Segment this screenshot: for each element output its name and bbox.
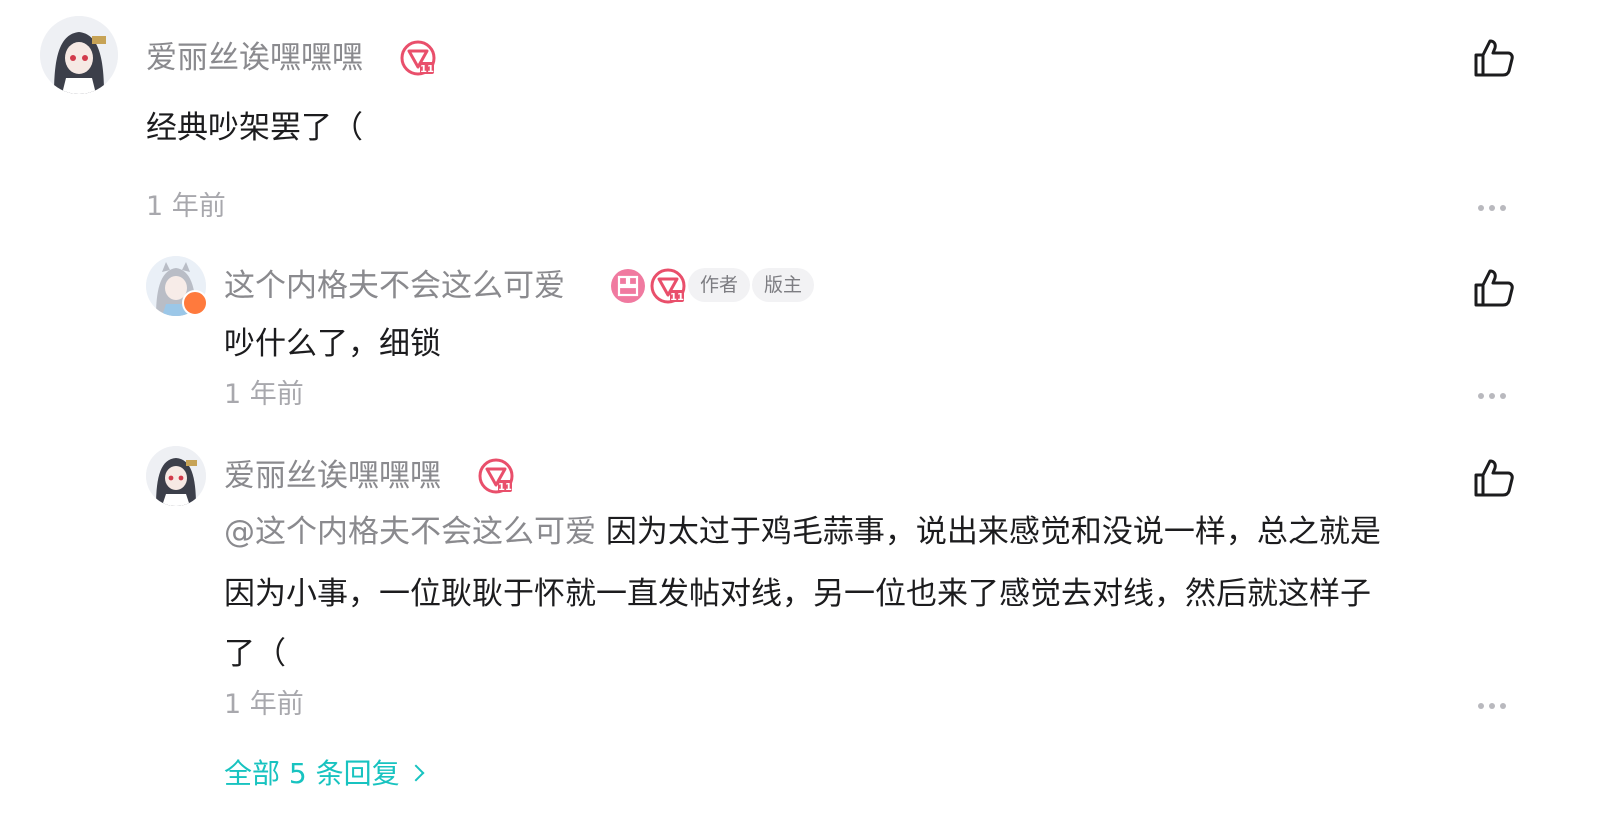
reply-2: 爱丽丝诶嘿嘿嘿 11 @这个内格夫不会这么可爱 因为太过于鸡毛蒜事，说出来感觉和…	[0, 430, 1600, 730]
comment-time: 1 年前	[224, 379, 304, 410]
avatar-image	[40, 16, 118, 94]
more-options-button[interactable]	[1478, 390, 1510, 402]
view-all-replies-label: 全部 5 条回复	[224, 757, 400, 790]
mention-link[interactable]: @这个内格夫不会这么可爱	[224, 514, 596, 550]
comment-text: 因为太过于鸡毛蒜事，说出来感觉和没说一样，总之就是	[605, 514, 1381, 550]
moderator-tag: 版主	[752, 268, 815, 302]
level-11-badge: 11	[650, 268, 686, 304]
author-tag: 作者	[688, 268, 751, 302]
comment-1: 爱丽丝诶嘿嘿嘿 11 经典吵架罢了（ 1 年前	[0, 0, 1600, 240]
avatar[interactable]	[146, 446, 206, 506]
avatar[interactable]	[40, 16, 118, 94]
svg-text:11: 11	[420, 64, 434, 75]
username[interactable]: 这个内格夫不会这么可爱	[224, 266, 565, 306]
chevron-right-icon	[407, 764, 425, 782]
view-all-replies-link[interactable]: 全部 5 条回复	[224, 756, 425, 792]
more-dots-icon	[1478, 703, 1484, 709]
comment-content-line-2: 因为小事，一位耿耿于怀就一直发帖对线，另一位也来了感觉去对线，然后就这样子	[224, 576, 1371, 612]
more-options-button[interactable]	[1478, 700, 1510, 712]
avatar-image	[146, 446, 206, 506]
username[interactable]: 爱丽丝诶嘿嘿嘿	[146, 38, 363, 78]
verified-badge-icon	[182, 290, 208, 316]
more-options-button[interactable]	[1478, 202, 1510, 214]
comment-content-line-1: @这个内格夫不会这么可爱 因为太过于鸡毛蒜事，说出来感觉和没说一样，总之就是	[224, 512, 1381, 552]
like-button[interactable]	[1472, 36, 1516, 80]
svg-text:11: 11	[670, 292, 684, 303]
svg-text:11: 11	[498, 482, 512, 493]
thumbs-up-icon	[1474, 459, 1514, 497]
medal-badge-icon	[610, 268, 646, 304]
more-dots-icon	[1478, 393, 1484, 399]
like-button[interactable]	[1472, 266, 1516, 310]
comment-content: 吵什么了，细锁	[224, 326, 441, 362]
thumbs-up-icon	[1474, 269, 1514, 307]
level-11-badge: 11	[400, 40, 436, 76]
thumbs-up-icon	[1474, 39, 1514, 77]
like-button[interactable]	[1472, 456, 1516, 500]
comment-content: 经典吵架罢了（	[146, 110, 363, 146]
level-11-badge: 11	[478, 458, 514, 494]
comment-time: 1 年前	[146, 191, 226, 222]
more-dots-icon	[1478, 205, 1484, 211]
comment-content-line-3: 了（	[224, 636, 286, 672]
username[interactable]: 爱丽丝诶嘿嘿嘿	[224, 456, 441, 496]
comment-time: 1 年前	[224, 689, 304, 720]
reply-1: 这个内格夫不会这么可爱 11 作者 版主 吵什么了，细锁 1 年前	[0, 240, 1600, 430]
